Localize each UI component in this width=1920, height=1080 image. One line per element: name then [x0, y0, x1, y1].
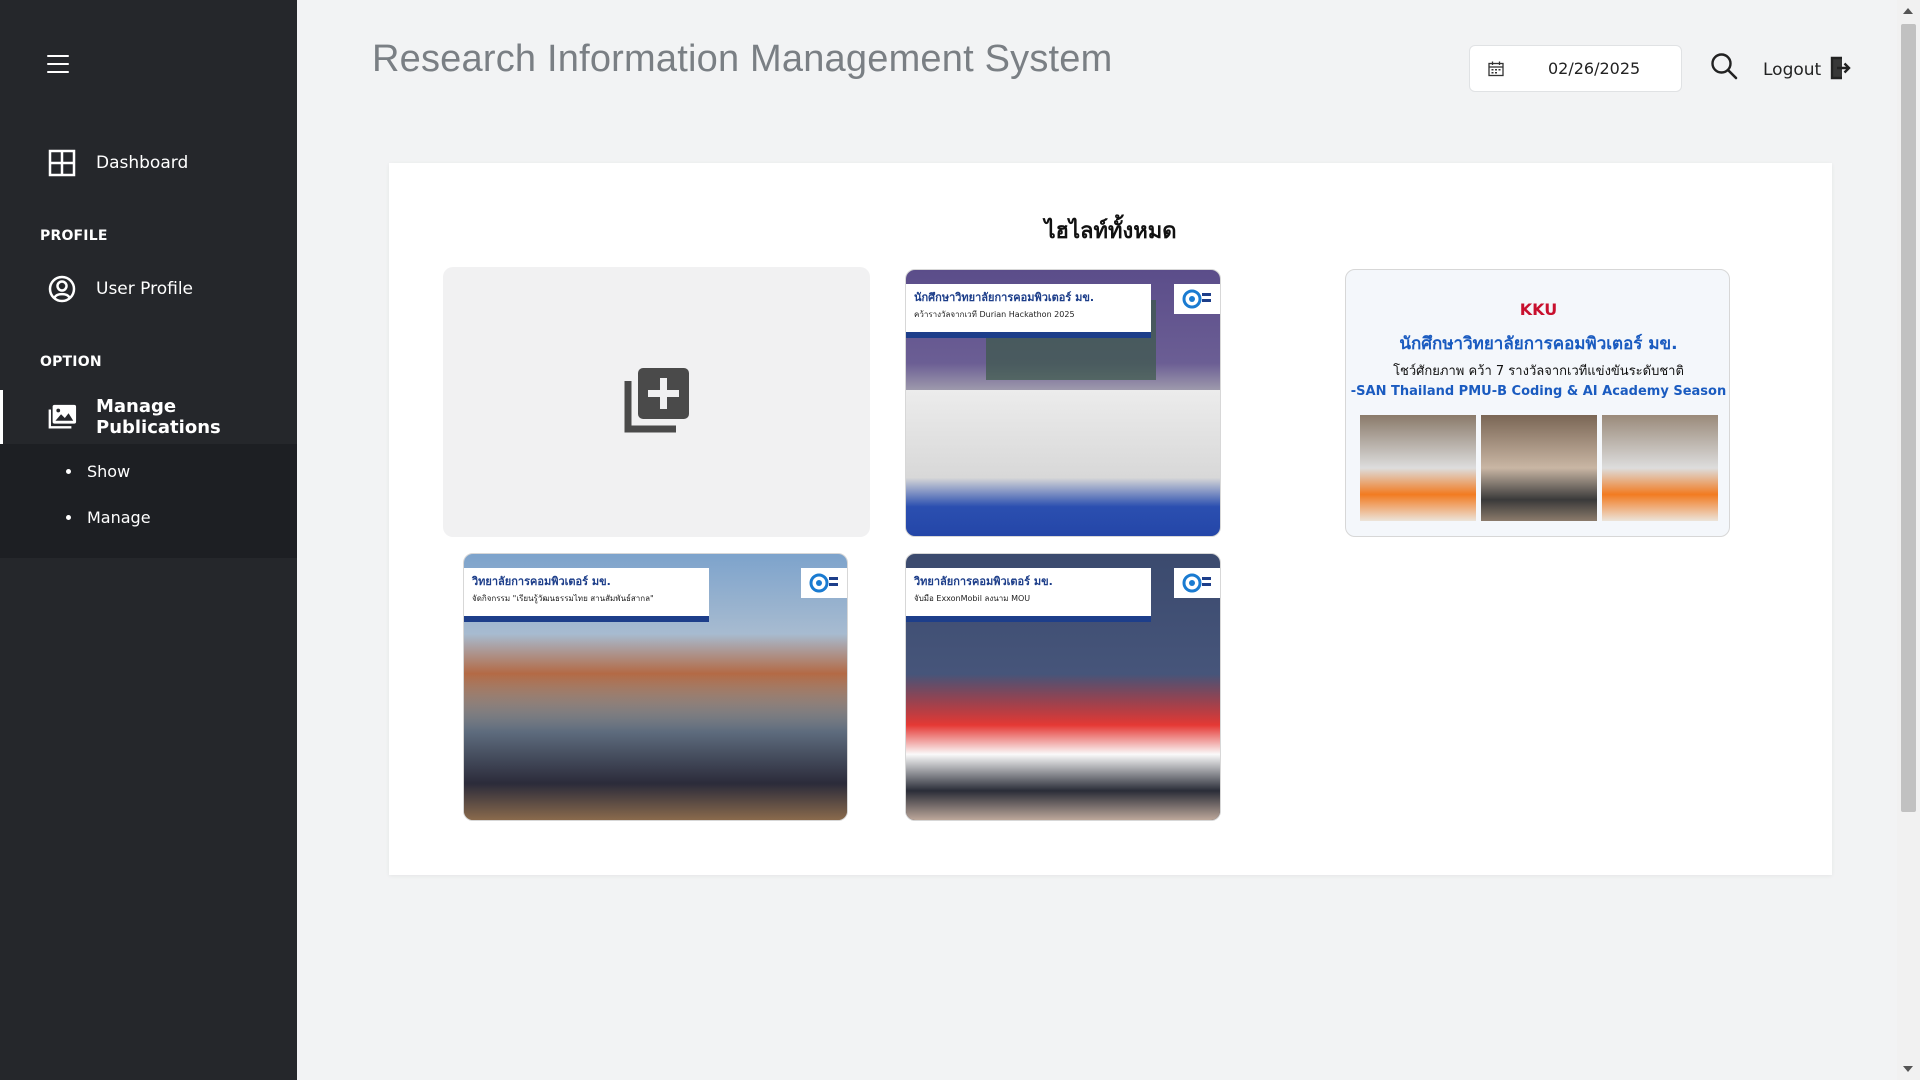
- highlights-card: ไฮไลท์ทั้งหมด นักศึกษาวิทยาลัยการคอมพิวเ…: [389, 163, 1832, 875]
- sidebar-item-manage-publications[interactable]: Manage Publications: [0, 390, 297, 444]
- bullet-icon: [66, 469, 71, 474]
- sidebar-item-dashboard[interactable]: Dashboard: [0, 148, 297, 178]
- group-photo: [906, 389, 1220, 536]
- section-heading: ไฮไลท์ทั้งหมด: [1044, 219, 1177, 244]
- logout-button[interactable]: Logout: [1763, 56, 1851, 84]
- highlight-card[interactable]: วิทยาลัยการคอมพิวเตอร์ มข. จัดกิจกรรม "เ…: [463, 553, 848, 821]
- sidebar-item-label: Dashboard: [96, 153, 189, 173]
- user-circle-icon: [47, 274, 77, 304]
- sidebar-item-user-profile[interactable]: User Profile: [0, 274, 297, 304]
- photos-icon: [47, 402, 77, 432]
- logout-icon: [1829, 56, 1851, 84]
- logout-label: Logout: [1763, 60, 1822, 80]
- highlight-headline: นักศึกษาวิทยาลัยการคอมพิวเตอร์ มข.: [1399, 334, 1678, 354]
- section-title-profile: PROFILE: [40, 228, 108, 244]
- highlight-subline: จัดกิจกรรม "เรียนรู้วัฒนธรรมไทย สานสัมพั…: [472, 594, 654, 603]
- scrollbar-thumb[interactable]: [1901, 24, 1916, 812]
- date-picker[interactable]: 02/26/2025: [1469, 45, 1682, 92]
- highlight-card[interactable]: นักศึกษาวิทยาลัยการคอมพิวเตอร์ มข. คว้าร…: [905, 269, 1221, 537]
- highlight-banner: วิทยาลัยการคอมพิวเตอร์ มข. จับมือ ExxonM…: [906, 568, 1151, 622]
- add-highlight-button[interactable]: [443, 267, 870, 537]
- photo-thumb: [1360, 415, 1476, 521]
- search-icon[interactable]: [1710, 52, 1738, 80]
- page-title: Research Information Management System: [372, 38, 1113, 80]
- highlight-card[interactable]: KKU นักศึกษาวิทยาลัยการคอมพิวเตอร์ มข. โ…: [1345, 269, 1730, 537]
- submenu-item-show[interactable]: Show: [66, 462, 130, 481]
- highlight-headline: วิทยาลัยการคอมพิวเตอร์ มข.: [914, 575, 1053, 588]
- photo-thumb: [1602, 415, 1718, 521]
- college-logo-icon: [801, 568, 847, 598]
- group-photo: [906, 673, 1220, 820]
- date-value: 02/26/2025: [1548, 59, 1641, 78]
- highlight-caption: -SAN Thailand PMU-B Coding & AI Academy …: [1350, 384, 1727, 399]
- highlight-headline: วิทยาลัยการคอมพิวเตอร์ มข.: [472, 575, 611, 588]
- group-photo: [464, 673, 847, 820]
- highlight-subline: จับมือ ExxonMobil ลงนาม MOU: [914, 594, 1031, 603]
- highlight-card[interactable]: วิทยาลัยการคอมพิวเตอร์ มข. จับมือ ExxonM…: [905, 553, 1221, 821]
- highlight-headline: นักศึกษาวิทยาลัยการคอมพิวเตอร์ มข.: [914, 291, 1095, 304]
- bullet-icon: [66, 515, 71, 520]
- photo-thumb: [1481, 415, 1597, 521]
- college-logo-icon: [1174, 284, 1220, 314]
- calendar-icon: [1488, 61, 1504, 77]
- scroll-down-icon[interactable]: [1903, 1066, 1913, 1072]
- add-photo-library-icon: [624, 367, 690, 437]
- submenu-item-label: Show: [87, 462, 131, 481]
- submenu-item-manage[interactable]: Manage: [66, 508, 151, 527]
- section-title-option: OPTION: [40, 354, 102, 370]
- highlight-banner: นักศึกษาวิทยาลัยการคอมพิวเตอร์ มข. คว้าร…: [906, 284, 1151, 338]
- sidebar-item-label: Manage Publications: [96, 396, 221, 438]
- submenu-item-label: Manage: [87, 508, 151, 527]
- sidebar-item-label: User Profile: [96, 279, 194, 299]
- page-scrollbar[interactable]: [1897, 0, 1920, 1080]
- submenu-publications: Show Manage: [0, 444, 297, 558]
- college-logo-icon: [1174, 568, 1220, 598]
- highlight-subline: โชว์ศักยภาพ คว้า 7 รางวัลจากเวทีแข่งขันร…: [1393, 364, 1684, 379]
- scroll-up-icon[interactable]: [1903, 8, 1913, 14]
- menu-toggle-icon[interactable]: [47, 55, 69, 73]
- highlight-banner: วิทยาลัยการคอมพิวเตอร์ มข. จัดกิจกรรม "เ…: [464, 568, 709, 622]
- sidebar: Dashboard PROFILE User Profile OPTION Ma…: [0, 0, 297, 1080]
- highlight-subline: คว้ารางวัลจากเวที Durian Hackathon 2025: [914, 310, 1075, 319]
- brand-label: KKU: [1519, 300, 1558, 319]
- grid-icon: [47, 148, 77, 178]
